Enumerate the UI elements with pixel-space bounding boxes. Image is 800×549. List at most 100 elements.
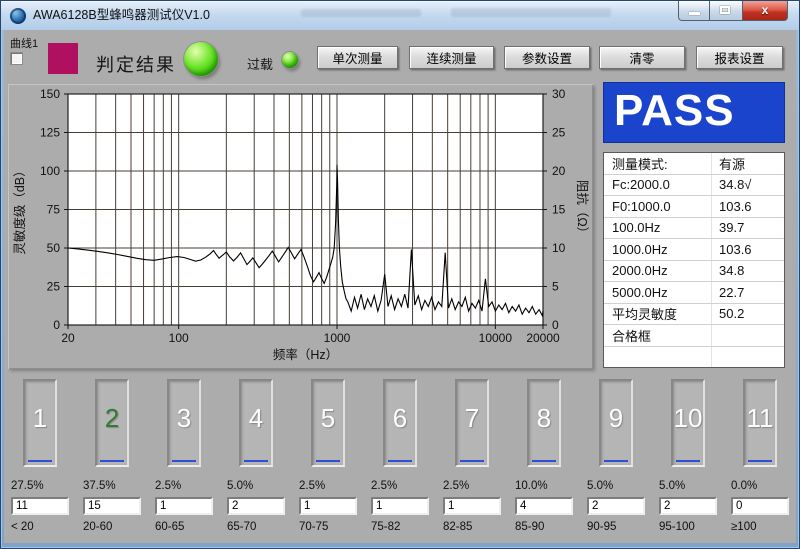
bin-slider[interactable]: 2 [95, 379, 129, 467]
bin-range-label: 20-60 [83, 521, 112, 533]
bin-percent: 5.0% [587, 480, 613, 492]
y-right-tick-label: 0 [552, 318, 559, 332]
y-right-tick-label: 25 [552, 126, 566, 140]
bin-percent: 10.0% [515, 480, 548, 492]
bin-count-input[interactable] [155, 497, 213, 515]
bin-count-input[interactable] [11, 497, 69, 515]
y-right-axis-title: 阻抗（Ω） [575, 180, 590, 239]
maximize-icon [720, 6, 730, 14]
curve1-checkbox[interactable] [10, 52, 23, 65]
overload-label: 过载 [247, 54, 273, 73]
bin-count-input[interactable] [587, 497, 645, 515]
minimize-button[interactable] [678, 1, 710, 21]
y-left-tick-label: 0 [53, 318, 60, 332]
bin-percent: 0.0% [731, 480, 757, 492]
y-left-tick-label: 150 [40, 87, 60, 101]
table-row: F0:1000.0103.6 [604, 196, 784, 218]
bin-percent: 5.0% [659, 480, 685, 492]
table-row: 测量模式:有源 [604, 153, 784, 175]
bin-range-label: < 20 [11, 521, 34, 533]
bin-number: 5 [313, 403, 343, 434]
bin-slider-indicator [172, 460, 196, 462]
continuous-measure-button[interactable]: 连续测量 [409, 46, 494, 69]
frequency-response-chart-panel: 2010010001000020000025507510012515005101… [8, 84, 593, 369]
table-row: Fc:2000.034.8√ [604, 175, 784, 197]
x-tick-label: 100 [169, 331, 189, 345]
bin-range-label: 95-100 [659, 521, 695, 533]
bin-number: 11 [745, 403, 775, 434]
bin-column: 5 2.5% 70-75 [292, 376, 364, 543]
window-controls: x [678, 1, 788, 21]
bin-slider[interactable]: 11 [743, 379, 777, 467]
overload-led [282, 52, 298, 68]
bin-slider[interactable]: 1 [23, 379, 57, 467]
bin-slider[interactable]: 4 [239, 379, 273, 467]
table-row: 1000.0Hz103.6 [604, 239, 784, 261]
bin-slider[interactable]: 7 [455, 379, 489, 467]
titlebar[interactable]: AWA6128B型蜂鸣器测试仪V1.0 x [1, 1, 799, 30]
bin-count-input[interactable] [443, 497, 501, 515]
close-button[interactable]: x [742, 1, 788, 21]
bin-range-label: 65-70 [227, 521, 256, 533]
bin-column: 4 5.0% 65-70 [220, 376, 292, 543]
minimize-icon [689, 12, 700, 15]
client-area: 曲线1 判定结果 过载 单次测量 连续测量 参数设置 清零 报表设置 20100… [4, 30, 796, 543]
bin-count-input[interactable] [515, 497, 573, 515]
table-row: 平均灵敏度50.2 [604, 304, 784, 326]
bin-count-input[interactable] [227, 497, 285, 515]
x-tick-label: 10000 [479, 331, 513, 345]
bin-slider-indicator [532, 460, 556, 462]
bin-count-input[interactable] [371, 497, 429, 515]
bin-percent: 2.5% [299, 480, 325, 492]
titlebar-glass-smudge [301, 9, 421, 17]
judge-result-label: 判定结果 [96, 51, 176, 77]
frequency-response-chart: 2010010001000020000025507510012515005101… [8, 84, 593, 369]
bin-slider[interactable]: 10 [671, 379, 705, 467]
bin-range-label: 75-82 [371, 521, 400, 533]
bin-slider-indicator [676, 460, 700, 462]
curve1-color-swatch[interactable] [48, 43, 78, 74]
y-left-tick-label: 125 [40, 126, 60, 140]
window-title: AWA6128B型蜂鸣器测试仪V1.0 [33, 1, 210, 30]
bin-count-input[interactable] [83, 497, 141, 515]
bin-number: 4 [241, 403, 271, 434]
bin-range-label: 60-65 [155, 521, 184, 533]
bin-slider[interactable]: 5 [311, 379, 345, 467]
pass-indicator: PASS [603, 82, 785, 143]
bin-slider[interactable]: 6 [383, 379, 417, 467]
bin-column: 7 2.5% 82-85 [436, 376, 508, 543]
y-left-tick-label: 75 [47, 203, 61, 217]
maximize-button[interactable] [710, 1, 742, 21]
report-settings-button[interactable]: 报表设置 [696, 46, 783, 69]
bin-slider-indicator [460, 460, 484, 462]
bin-range-label: ≥100 [731, 521, 757, 533]
bin-column: 8 10.0% 85-90 [508, 376, 580, 543]
pass-status-text: PASS [614, 86, 735, 135]
bin-column: 1 27.5% < 20 [4, 376, 76, 543]
bin-percent: 37.5% [83, 480, 116, 492]
y-right-tick-label: 20 [552, 164, 566, 178]
table-row: 合格框 [604, 325, 784, 347]
parameter-settings-button[interactable]: 参数设置 [504, 46, 590, 69]
bin-slider[interactable]: 8 [527, 379, 561, 467]
bin-column: 11 0.0% ≥100 [724, 376, 796, 543]
table-row: 2000.0Hz34.8 [604, 261, 784, 283]
bin-number: 2 [97, 403, 127, 434]
y-right-tick-label: 30 [552, 87, 566, 101]
y-left-axis-title: 灵敏度级（dB） [12, 164, 27, 254]
bin-count-input[interactable] [659, 497, 717, 515]
bin-column: 3 2.5% 60-65 [148, 376, 220, 543]
bin-slider[interactable]: 3 [167, 379, 201, 467]
bin-range-label: 90-95 [587, 521, 616, 533]
bin-number: 1 [25, 403, 55, 434]
x-tick-label: 1000 [324, 331, 351, 345]
single-measure-button[interactable]: 单次测量 [317, 46, 398, 69]
judge-result-led [184, 42, 218, 76]
bin-percent: 27.5% [11, 480, 44, 492]
bin-slider[interactable]: 9 [599, 379, 633, 467]
bin-column: 9 5.0% 90-95 [580, 376, 652, 543]
bin-count-input[interactable] [731, 497, 789, 515]
y-left-tick-label: 25 [47, 280, 61, 294]
clear-button[interactable]: 清零 [599, 46, 685, 69]
bin-count-input[interactable] [299, 497, 357, 515]
